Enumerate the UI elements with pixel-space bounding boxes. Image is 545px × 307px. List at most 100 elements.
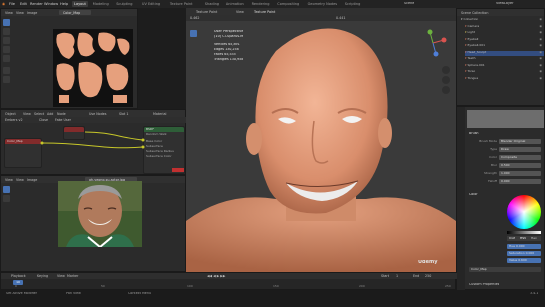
visibility-eye-icon[interactable]: ◉ — [539, 44, 542, 47]
camera-view-icon[interactable] — [442, 86, 450, 94]
brush-section-title[interactable]: Brush — [469, 132, 479, 135]
move-tool-icon[interactable] — [3, 28, 10, 35]
uv-texture-image[interactable] — [53, 29, 133, 107]
outliner-item[interactable]: ▾ Collection ◉ — [461, 18, 544, 23]
visibility-eye-icon[interactable]: ◉ — [539, 70, 542, 73]
visibility-eye-icon[interactable]: ◉ — [539, 38, 542, 41]
workspace-tab-compositing[interactable]: Compositing — [275, 1, 301, 7]
outliner-item[interactable]: ▾ Head_Sculpt ◉ — [465, 50, 544, 56]
prop-field[interactable]: Blender Original — [499, 139, 541, 144]
visibility-eye-icon[interactable]: ◉ — [539, 31, 542, 34]
outliner-item[interactable]: ▾ Torso ◉ — [465, 70, 544, 75]
ref-image-menu[interactable]: Image — [27, 178, 37, 182]
menu-file[interactable]: File — [9, 2, 15, 6]
workspace-tab-sculpting[interactable]: Sculpting — [114, 1, 134, 7]
ref-view-menu[interactable]: View — [5, 178, 13, 182]
end-frame-field[interactable]: 250 — [425, 274, 431, 278]
prop-field[interactable]: 1.000 — [499, 171, 541, 176]
hsv-field[interactable]: Saturation 0.000 — [507, 251, 541, 256]
brush-radius-value[interactable]: 0.462 — [190, 16, 199, 20]
prop-field[interactable]: 0.500 — [499, 163, 541, 168]
keying-menu[interactable]: Keying — [37, 274, 48, 278]
status-hint-pan: Pan View — [66, 292, 81, 295]
rgb-tab[interactable]: RGB — [509, 237, 515, 240]
workspace-tab-geometry-nodes[interactable]: Geometry Nodes — [306, 1, 340, 7]
visibility-eye-icon[interactable]: ◉ — [539, 77, 542, 80]
visibility-eye-icon[interactable]: ◉ — [539, 57, 542, 60]
value-slider[interactable] — [507, 231, 541, 234]
hsv-field[interactable]: Hue 0.000 — [507, 244, 541, 249]
menu-render[interactable]: Render — [30, 2, 43, 6]
workspace-tab-modeling[interactable]: Modeling — [91, 1, 111, 7]
view-layer-selector[interactable]: ViewLayer — [496, 2, 514, 5]
cursor-tool-icon[interactable] — [3, 76, 10, 83]
prop-field[interactable]: 0.000 — [499, 179, 541, 184]
head-sculpt-model[interactable] — [186, 21, 456, 272]
image-editor-view-menu[interactable]: View — [5, 11, 13, 15]
workspace-tab-layout[interactable]: Layout — [72, 1, 88, 7]
timeline-ruler[interactable]: 0 50 100 150 200 250 — [1, 281, 457, 289]
active-texture-slot[interactable]: Color_Map — [469, 267, 541, 272]
outliner-item[interactable]: ▾ Tongue ◉ — [465, 77, 544, 82]
visibility-eye-icon[interactable]: ◉ — [539, 25, 542, 28]
outliner-item[interactable]: ▾ Eyeball ◉ — [465, 38, 544, 43]
visibility-eye-icon[interactable]: ◉ — [539, 64, 542, 67]
workspace-tab-animation[interactable]: Animation — [224, 1, 246, 7]
outliner-item[interactable]: ▾ Eyeball.001 ◉ — [465, 44, 544, 49]
select-tool-icon[interactable] — [3, 19, 10, 26]
hsv-tab[interactable]: HSV — [520, 237, 526, 240]
visibility-eye-icon[interactable]: ◉ — [539, 18, 542, 21]
playback-menu[interactable]: Playback — [11, 274, 26, 278]
marker-menu[interactable]: Marker — [67, 274, 78, 278]
brush-strength-value[interactable]: 0.441 — [336, 16, 345, 20]
ref-view2-menu[interactable]: View — [16, 178, 24, 182]
menu-edit[interactable]: Edit — [20, 2, 27, 6]
image-editor-view2-menu[interactable]: View — [16, 11, 24, 15]
mode-selector[interactable]: Texture Paint — [196, 10, 217, 14]
blender-logo-icon[interactable]: ◉ — [2, 2, 5, 6]
top-bar: ◉ File Edit Render Window Help Layout Mod… — [0, 0, 545, 8]
annotate-tool-icon[interactable] — [3, 67, 10, 74]
rotate-tool-icon[interactable] — [3, 37, 10, 44]
viewport-3d[interactable]: Texture Paint View Texture Paint 0.462 0… — [186, 8, 456, 272]
play-controls-icon[interactable]: ◀◀ ◀ ▶ ▶▶ — [207, 274, 225, 278]
prop-label: Falloff — [488, 180, 497, 183]
workspace-tab-rendering[interactable]: Rendering — [250, 1, 272, 7]
menu-window[interactable]: Window — [44, 2, 58, 6]
zoom-icon[interactable] — [442, 66, 450, 74]
hsv-field[interactable]: Value 0.600 — [507, 258, 541, 263]
timeline-view-menu[interactable]: View — [57, 274, 65, 278]
workspace-tab-shading[interactable]: Shading — [203, 1, 221, 7]
viewport-header: Texture Paint View Texture Paint — [186, 8, 456, 15]
outliner-item[interactable]: ▾ Sphere.001 ◉ — [465, 64, 544, 69]
scale-tool-icon[interactable] — [3, 46, 10, 53]
outliner-item[interactable]: ▾ Teeth ◉ — [465, 57, 544, 62]
pan-icon[interactable] — [442, 76, 450, 84]
reference-photo-image[interactable] — [58, 181, 142, 247]
prop-field[interactable]: Composite — [499, 155, 541, 160]
workspace-tab-uv-editing[interactable]: UV Editing — [140, 1, 162, 7]
hex-tab[interactable]: Hex — [531, 237, 537, 240]
start-frame-field[interactable]: 1 — [396, 274, 398, 278]
viewport-view-menu[interactable]: View — [236, 10, 244, 14]
navigation-gizmo[interactable] — [418, 28, 448, 58]
current-frame-indicator[interactable]: 10 — [13, 280, 23, 285]
transform-tool-icon[interactable] — [3, 55, 10, 62]
ref-cursor-tool-icon[interactable] — [3, 195, 10, 202]
ref-select-tool-icon[interactable] — [3, 186, 10, 193]
outliner-item[interactable]: ▾ Camera ◉ — [465, 25, 544, 30]
outliner-item[interactable]: ▾ Light ◉ — [465, 31, 544, 36]
visibility-eye-icon[interactable]: ◉ — [539, 51, 542, 54]
menu-help[interactable]: Help — [60, 2, 68, 6]
color-wheel[interactable] — [507, 195, 541, 229]
prop-field[interactable]: Draw — [499, 147, 541, 152]
scene-selector[interactable]: Scene — [404, 2, 414, 5]
custom-properties-section[interactable]: Custom Properties — [469, 283, 499, 286]
workspace-tab-scripting[interactable]: Scripting — [343, 1, 363, 7]
workspace-tab-texture-paint[interactable]: Texture Paint — [168, 1, 195, 7]
timeline-tick-label: 150 — [273, 285, 279, 288]
image-name-field[interactable]: Color_Map — [63, 11, 80, 15]
image-editor-image-menu[interactable]: Image — [27, 11, 37, 15]
color-section-title[interactable]: Color — [469, 193, 478, 196]
texture-paint-menu[interactable]: Texture Paint — [254, 10, 275, 14]
